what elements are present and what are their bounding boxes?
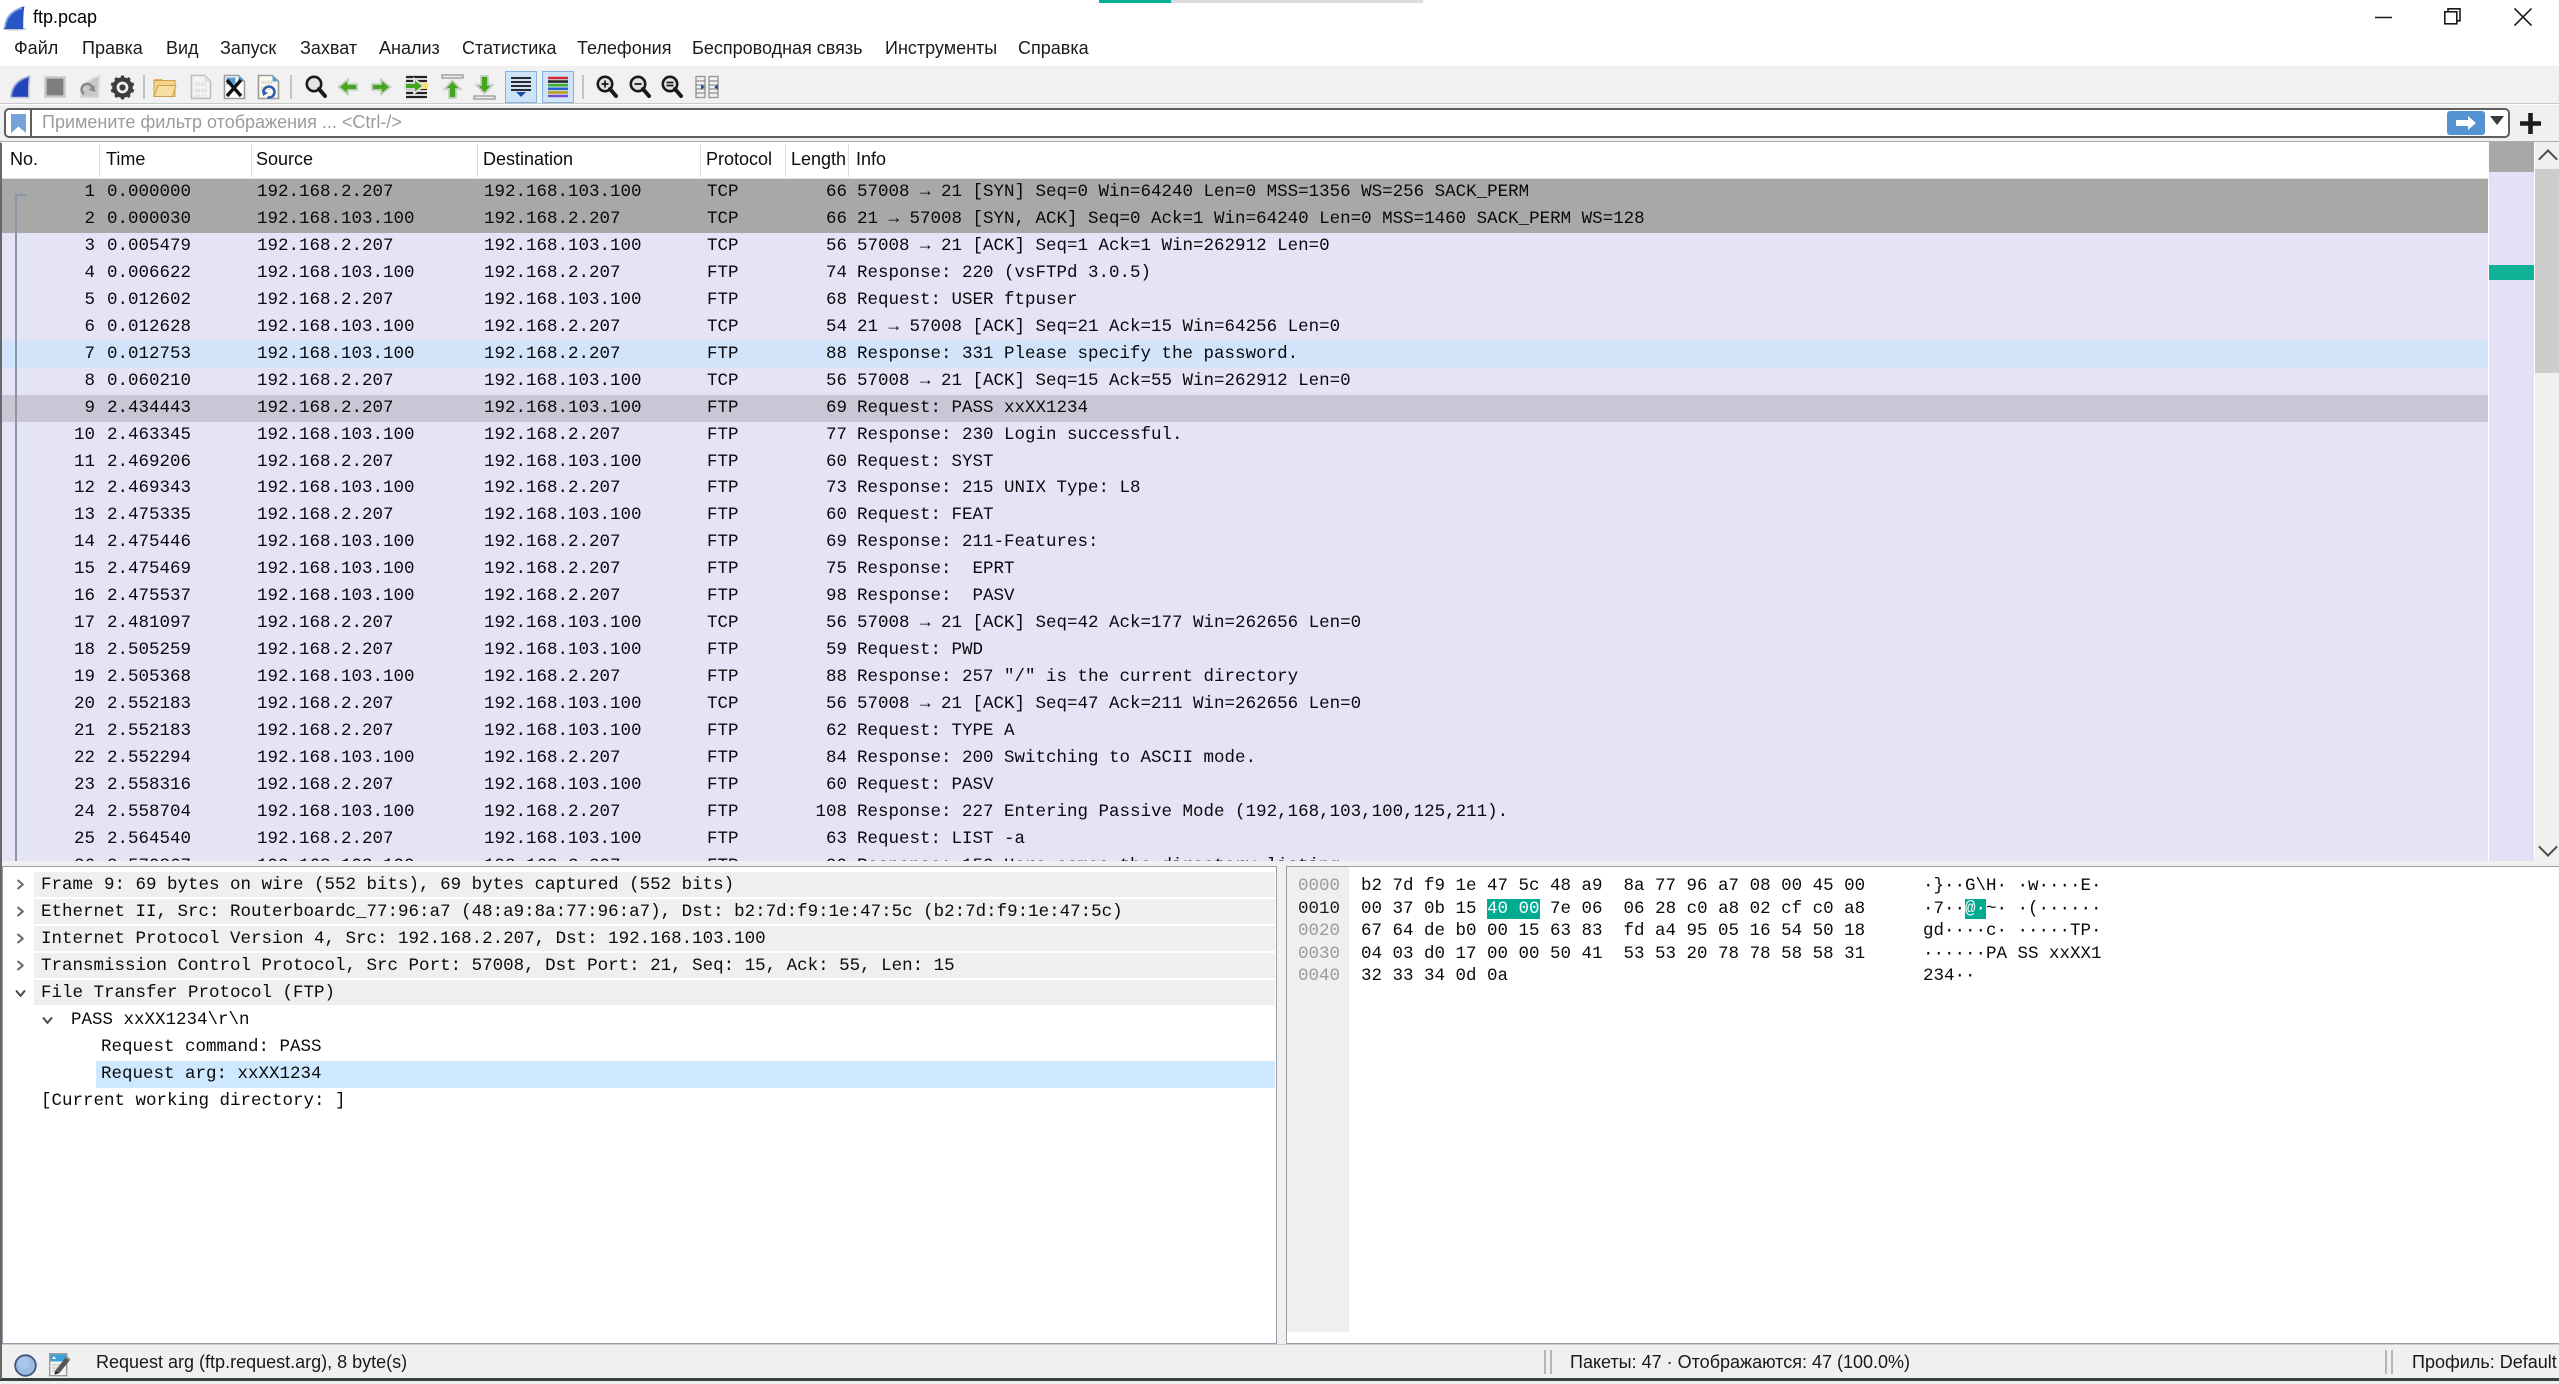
svg-text:0111: 0111 [195,94,207,100]
